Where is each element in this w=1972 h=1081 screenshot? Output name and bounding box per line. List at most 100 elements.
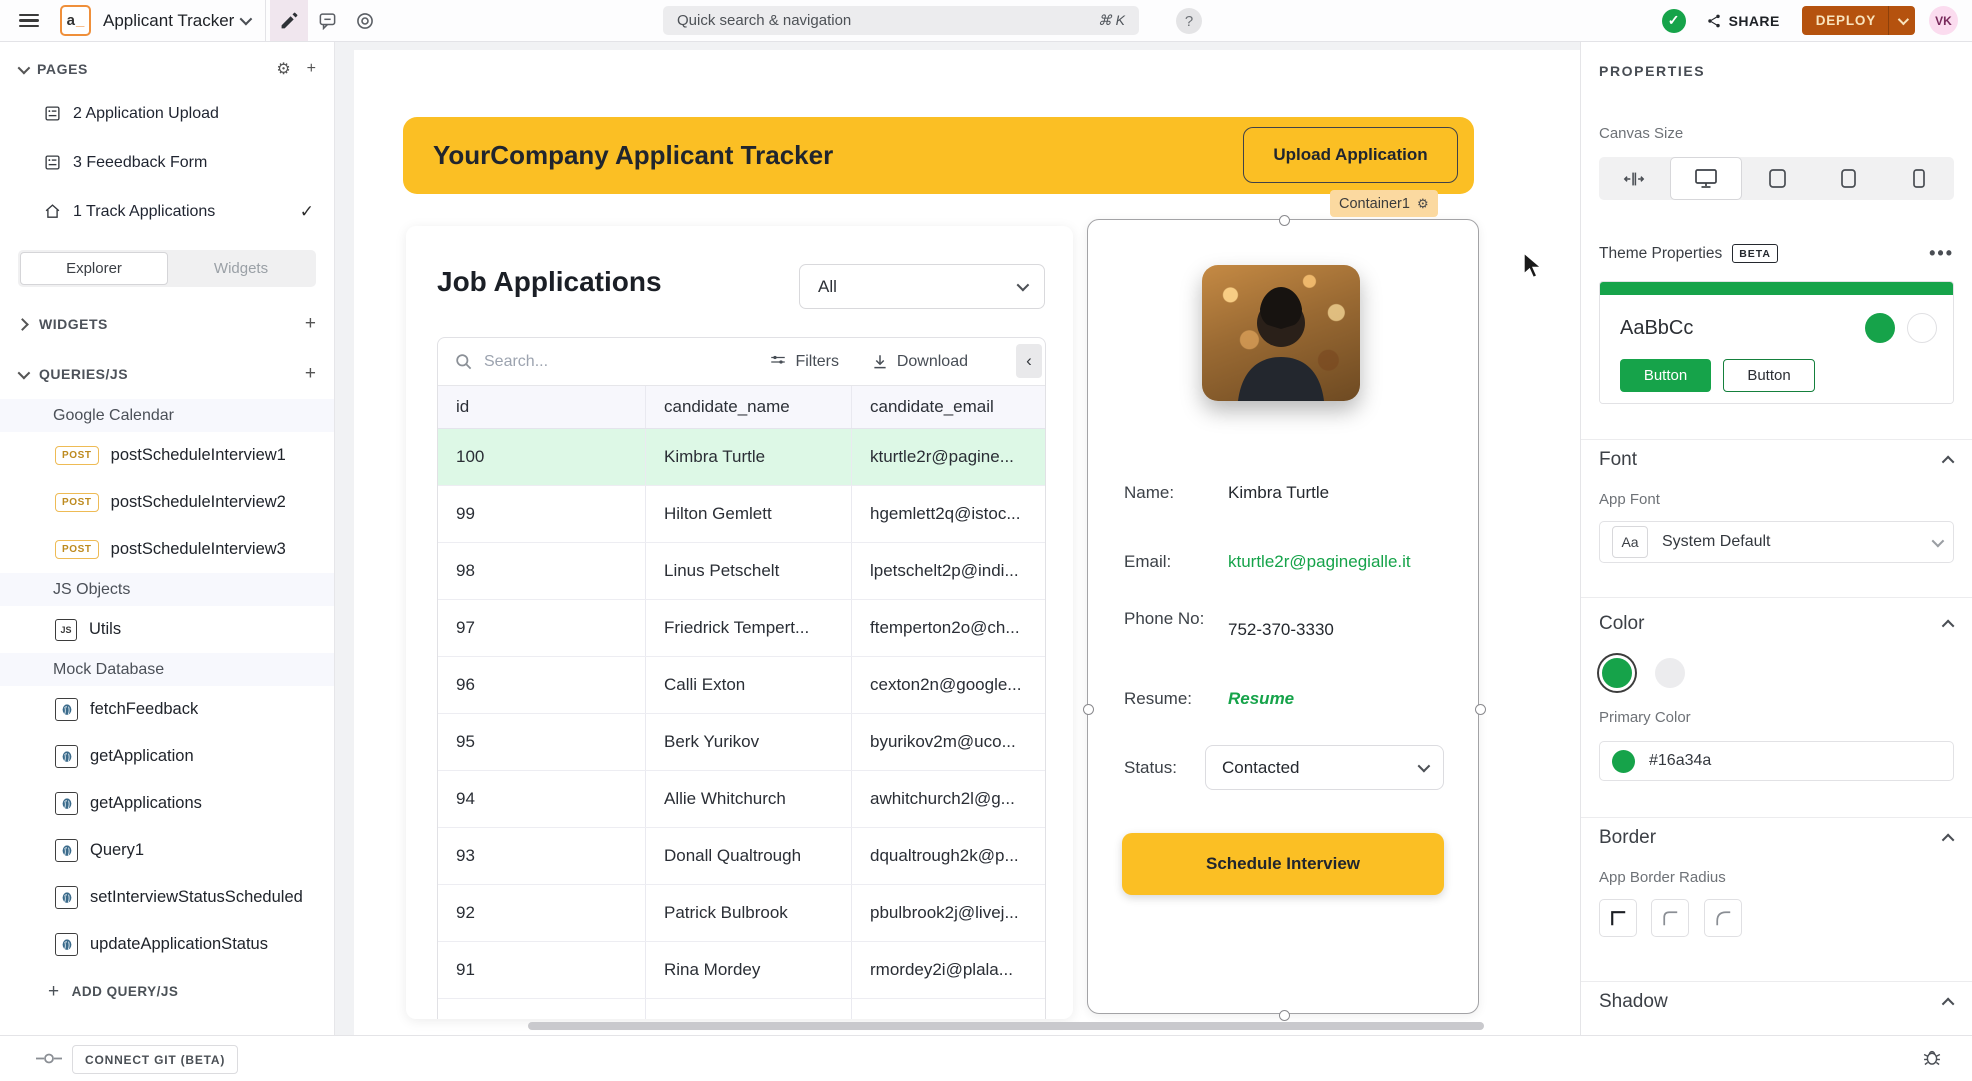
table-filters-button[interactable]: Filters	[769, 338, 839, 385]
selected-widget-tag[interactable]: Container1 ⚙	[1330, 190, 1438, 217]
query-item-utils[interactable]: JS Utils	[0, 606, 334, 653]
canvas-size-mobile-button[interactable]	[1883, 157, 1954, 200]
column-header-candidate-name[interactable]: candidate_name	[646, 386, 852, 428]
radius-sharp-button[interactable]	[1599, 899, 1637, 937]
query-item-postscheduleinterview1[interactable]: POST postScheduleInterview1	[0, 432, 334, 479]
table-row[interactable]: 97Friedrick Tempert...ftemperton2o@ch...	[438, 600, 1045, 657]
table-row[interactable]: 90Jany Mullinsjmullins2h@shutt...	[438, 999, 1045, 1019]
resize-handle-bottom[interactable]	[1279, 1010, 1290, 1021]
canvas-size-tablet-large-button[interactable]	[1742, 157, 1813, 200]
edit-mode-button[interactable]	[270, 0, 308, 41]
widget-settings-gear-icon[interactable]: ⚙	[1417, 196, 1429, 212]
shadow-section-header[interactable]: Shadow	[1599, 991, 1954, 1013]
table-row[interactable]: 93Donall Qualtroughdqualtrough2k@p...	[438, 828, 1045, 885]
query-label: Query1	[90, 841, 144, 860]
query-item-postscheduleinterview2[interactable]: POST postScheduleInterview2	[0, 479, 334, 526]
table-search-input[interactable]: Search...	[454, 352, 548, 371]
theme-options-menu-button[interactable]: •••	[1929, 243, 1954, 264]
view-mode-button[interactable]	[346, 0, 384, 41]
phone-label: Phone No:	[1124, 609, 1228, 640]
table-download-button[interactable]: Download	[871, 338, 968, 385]
add-query-js-button[interactable]: + ADD QUERY/JS	[0, 968, 334, 1015]
connect-git-button[interactable]: CONNECT GIT (BETA)	[72, 1045, 238, 1074]
query-group-google-calendar[interactable]: Google Calendar	[0, 399, 334, 432]
theme-primary-swatch[interactable]	[1865, 313, 1895, 343]
comment-mode-button[interactable]	[308, 0, 346, 41]
query-item-fetchfeedback[interactable]: fetchFeedback	[0, 686, 334, 733]
table-row[interactable]: 96Calli Extoncexton2n@google...	[438, 657, 1045, 714]
add-query-button[interactable]: +	[305, 363, 316, 385]
share-button[interactable]: SHARE	[1706, 13, 1780, 29]
postgres-icon	[55, 792, 78, 815]
canvas-size-tablet-button[interactable]	[1813, 157, 1884, 200]
color-section-header[interactable]: Color	[1599, 613, 1954, 635]
properties-header: PROPERTIES	[1599, 63, 1954, 79]
candidate-detail-container[interactable]: Name: Kimbra Turtle Email: kturtle2r@pag…	[1087, 219, 1479, 1014]
column-header-id[interactable]: id	[438, 386, 646, 428]
app-menu-chevron-icon[interactable]	[240, 13, 253, 26]
query-item-getapplications[interactable]: getApplications	[0, 780, 334, 827]
sidebar-item-feedback-form[interactable]: 3 Feeedback Form	[0, 138, 334, 187]
query-group-js-objects[interactable]: JS Objects	[0, 573, 334, 606]
resize-handle-right[interactable]	[1475, 704, 1486, 715]
table-row[interactable]: 98Linus Petscheltlpetschelt2p@indi...	[438, 543, 1045, 600]
query-item-query1[interactable]: Query1	[0, 827, 334, 874]
resize-handle-top[interactable]	[1279, 215, 1290, 226]
tab-explorer[interactable]: Explorer	[20, 252, 168, 285]
sidebar-item-application-upload[interactable]: 2 Application Upload	[0, 89, 334, 138]
tab-widgets[interactable]: Widgets	[168, 252, 314, 285]
table-row[interactable]: 99Hilton Gemletthgemlett2q@istoc...	[438, 486, 1045, 543]
radius-medium-button[interactable]	[1651, 899, 1689, 937]
header-banner-container[interactable]: YourCompany Applicant Tracker Upload App…	[403, 117, 1474, 194]
app-title: Applicant Tracker	[103, 11, 234, 31]
add-widget-button[interactable]: +	[305, 313, 316, 335]
table-row[interactable]: 94Allie Whitchurchawhitchurch2l@g...	[438, 771, 1045, 828]
schedule-interview-button[interactable]: Schedule Interview	[1122, 833, 1444, 895]
resize-handle-left[interactable]	[1083, 704, 1094, 715]
table-row[interactable]: 91Rina Mordeyrmordey2i@plala...	[438, 942, 1045, 999]
table-collapse-button[interactable]: ‹	[1016, 344, 1042, 378]
query-item-setinterviewstatusscheduled[interactable]: setInterviewStatusScheduled	[0, 874, 334, 921]
border-section-header[interactable]: Border	[1599, 827, 1954, 849]
canvas-size-fluid-button[interactable]	[1599, 157, 1670, 200]
app-font-select[interactable]: Aa System Default	[1599, 521, 1954, 563]
theme-background-swatch[interactable]	[1907, 313, 1937, 343]
sidebar-item-track-applications[interactable]: 1 Track Applications ✓	[0, 187, 334, 236]
radius-round-button[interactable]	[1704, 899, 1742, 937]
pages-section-header[interactable]: PAGES ⚙ +	[0, 49, 334, 89]
pages-settings-gear-icon[interactable]: ⚙	[276, 59, 290, 79]
query-item-postscheduleinterview3[interactable]: POST postScheduleInterview3	[0, 526, 334, 573]
user-avatar[interactable]: VK	[1929, 6, 1958, 35]
help-button[interactable]: ?	[1176, 8, 1202, 34]
email-link[interactable]: kturtle2r@paginegialle.it	[1228, 552, 1411, 572]
post-method-badge: POST	[55, 540, 99, 559]
quick-search-input[interactable]: Quick search & navigation ⌘ K	[663, 6, 1139, 35]
status-filter-select[interactable]: All	[799, 264, 1045, 309]
table-row[interactable]: 92Patrick Bulbrookpbulbrook2j@livej...	[438, 885, 1045, 942]
deploy-button[interactable]: DEPLOY	[1802, 6, 1915, 35]
debug-bug-icon[interactable]	[1922, 1047, 1942, 1067]
font-header-label: Font	[1599, 449, 1637, 471]
canvas-horizontal-scrollbar[interactable]	[528, 1022, 1484, 1030]
background-color-swatch[interactable]	[1655, 658, 1685, 688]
primary-color-input[interactable]: #16a34a	[1599, 741, 1954, 781]
queries-section-header[interactable]: QUERIES/JS +	[0, 349, 334, 399]
query-item-updateapplicationstatus[interactable]: updateApplicationStatus	[0, 921, 334, 968]
widgets-section-header[interactable]: WIDGETS +	[0, 299, 334, 349]
upload-application-button[interactable]: Upload Application	[1243, 127, 1458, 183]
column-header-candidate-email[interactable]: candidate_email	[852, 386, 1046, 428]
query-group-mock-database[interactable]: Mock Database	[0, 653, 334, 686]
query-item-getapplication[interactable]: getApplication	[0, 733, 334, 780]
color-collapse-chevron-icon	[1942, 619, 1955, 632]
canvas-size-desktop-button[interactable]	[1670, 157, 1743, 200]
status-select[interactable]: Contacted	[1205, 745, 1444, 790]
quick-search-shortcut: ⌘ K	[1098, 12, 1125, 29]
hamburger-menu-button[interactable]	[10, 0, 48, 41]
table-row[interactable]: 95Berk Yurikovbyurikov2m@uco...	[438, 714, 1045, 771]
resume-link[interactable]: Resume	[1228, 689, 1294, 709]
add-page-button[interactable]: +	[307, 60, 316, 78]
font-section-header[interactable]: Font	[1599, 449, 1954, 471]
table-row[interactable]: 100Kimbra Turtlekturtle2r@pagine...	[438, 429, 1045, 486]
mobile-icon	[1912, 168, 1926, 189]
primary-color-swatch[interactable]	[1599, 655, 1635, 691]
